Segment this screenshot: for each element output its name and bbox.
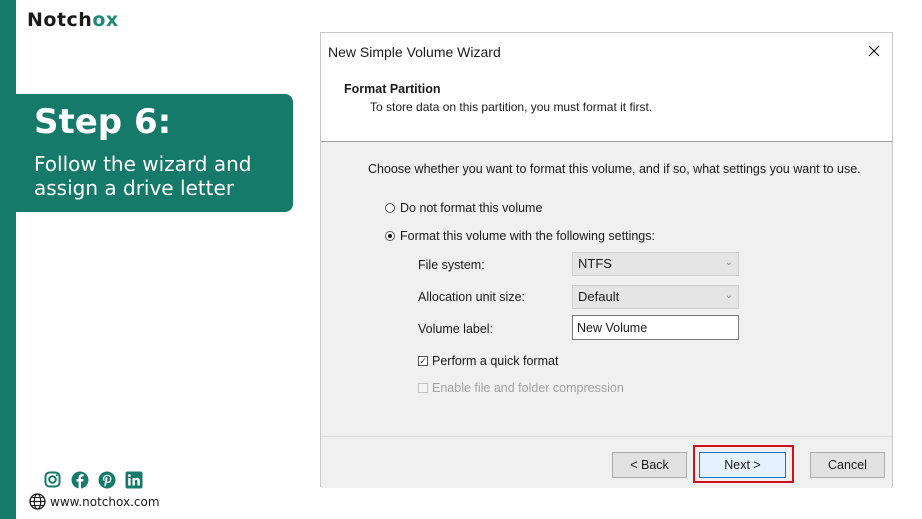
step-card: Step 6: Follow the wizard and assign a d… (0, 94, 293, 212)
allocation-unit-size-select[interactable]: Default ⌄ (572, 285, 739, 309)
step-description: Follow the wizard and assign a drive let… (34, 152, 252, 200)
instruction-text: Choose whether you want to format this v… (368, 162, 861, 176)
next-button-highlight (693, 445, 794, 483)
globe-icon (29, 493, 46, 510)
dialog-title: New Simple Volume Wizard (328, 44, 501, 60)
website-link[interactable]: www.notchox.com (29, 493, 160, 510)
instagram-icon[interactable] (43, 470, 62, 489)
file-system-select[interactable]: NTFS ⌄ (572, 252, 739, 276)
notchox-logo: Notchox (27, 9, 119, 31)
close-icon (868, 45, 880, 57)
step-title: Step 6: (34, 102, 172, 142)
brand-side-bar (0, 0, 16, 519)
facebook-icon[interactable] (70, 470, 89, 489)
compression-checkbox-row: Enable file and folder compression (418, 381, 624, 395)
radio-do-not-format[interactable]: Do not format this volume (385, 201, 542, 215)
radio-label: Do not format this volume (400, 201, 543, 215)
radio-button-selected[interactable] (385, 231, 395, 241)
file-system-label: File system: (418, 258, 485, 272)
allocation-unit-size-label: Allocation unit size: (418, 290, 526, 304)
volume-label-label: Volume label: (418, 322, 494, 336)
quick-format-label: Perform a quick format (432, 354, 559, 368)
cancel-button[interactable]: Cancel (810, 452, 885, 478)
wizard-header: Format Partition To store data on this p… (321, 71, 892, 141)
chevron-down-icon: ⌄ (724, 257, 733, 268)
allocation-unit-size-value: Default (578, 289, 620, 304)
dialog-titlebar[interactable]: New Simple Volume Wizard (321, 33, 892, 71)
close-button[interactable] (864, 41, 884, 61)
wizard-page-title: Format Partition (344, 82, 441, 96)
file-system-value: NTFS (578, 256, 612, 271)
wizard-page-subtitle: To store data on this partition, you mus… (370, 100, 653, 114)
website-url: www.notchox.com (50, 494, 160, 509)
quick-format-checkbox-row[interactable]: ✓ Perform a quick format (418, 354, 558, 368)
logo-accent: ox (92, 9, 119, 31)
volume-label-input[interactable] (572, 315, 739, 340)
social-icons (43, 470, 143, 489)
radio-button[interactable] (385, 203, 395, 213)
quick-format-checkbox[interactable]: ✓ (418, 356, 428, 366)
new-simple-volume-wizard-dialog: New Simple Volume Wizard Format Partitio… (320, 32, 893, 488)
compression-checkbox (418, 383, 428, 393)
linkedin-icon[interactable] (124, 470, 143, 489)
wizard-footer: < Back Next > Cancel (321, 436, 892, 488)
radio-label: Format this volume with the following se… (400, 229, 655, 243)
compression-label: Enable file and folder compression (432, 381, 624, 395)
chevron-down-icon: ⌄ (724, 290, 733, 301)
back-button[interactable]: < Back (612, 452, 687, 478)
radio-format-volume[interactable]: Format this volume with the following se… (385, 229, 655, 243)
wizard-body: Choose whether you want to format this v… (321, 141, 892, 436)
pinterest-icon[interactable] (97, 470, 116, 489)
logo-main: Notch (27, 9, 93, 31)
